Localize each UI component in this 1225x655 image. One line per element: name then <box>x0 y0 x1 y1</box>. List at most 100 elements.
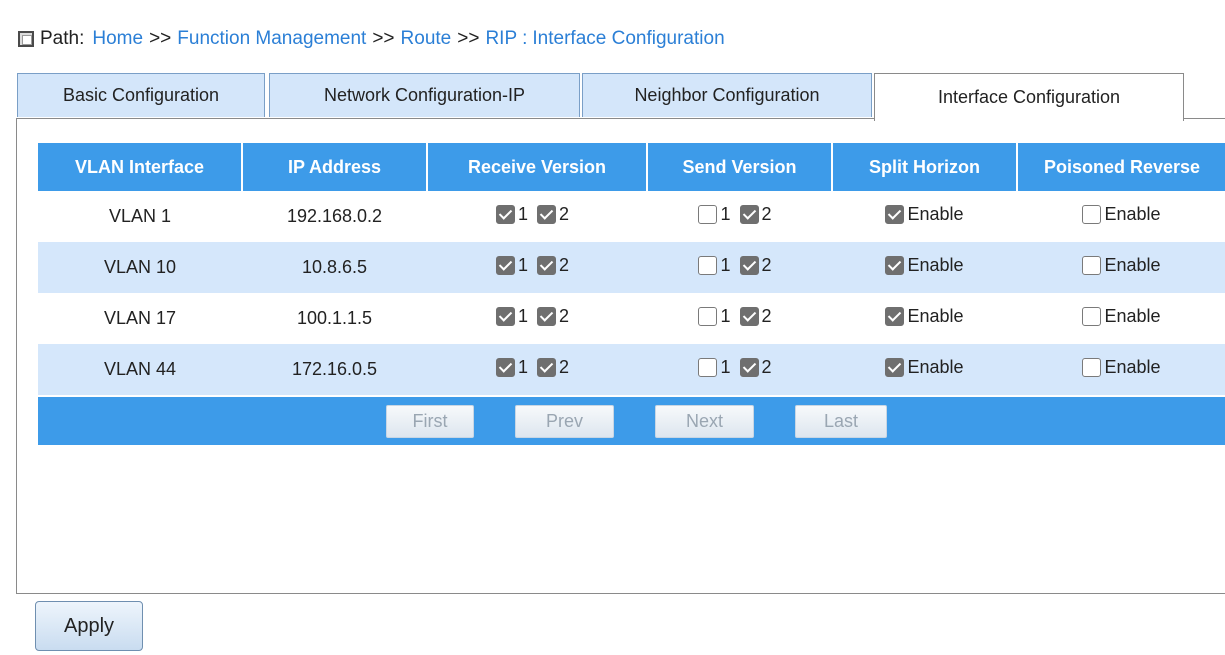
table-row: VLAN 1 192.168.0.2 1 2 1 2 Enable Enable <box>38 191 1225 242</box>
poisoned-reverse: Enable <box>1017 293 1225 344</box>
split-horizon-checkbox[interactable] <box>885 307 905 326</box>
poisoned-reverse-checkbox[interactable] <box>1082 256 1102 275</box>
breadcrumb-current: Interface Configuration <box>532 28 725 49</box>
send-version-v2-label: 2 <box>761 357 772 377</box>
breadcrumb-home[interactable]: Home <box>92 28 143 50</box>
receive-version-cell: 12 <box>427 242 647 293</box>
split-horizon-label: Enable <box>907 255 964 275</box>
last-page-button[interactable]: Last <box>795 405 887 438</box>
poisoned-reverse-label: Enable <box>1104 357 1161 377</box>
send-version-v2-checkbox[interactable] <box>739 307 759 326</box>
receive-version-v2-label: 2 <box>559 306 570 326</box>
receive-version-v1-checkbox[interactable] <box>495 256 515 275</box>
send-version-v2-checkbox[interactable] <box>739 358 759 377</box>
split-horizon: Enable <box>832 344 1017 395</box>
apply-button[interactable]: Apply <box>35 601 143 651</box>
receive-version-v1-checkbox[interactable] <box>495 358 515 377</box>
send-version-v2-label: 2 <box>761 306 772 326</box>
header-vlan-interface: VLAN Interface <box>38 143 243 191</box>
breadcrumb-function-management[interactable]: Function Management <box>177 28 366 50</box>
header-receive-version: Receive Version <box>427 143 648 191</box>
breadcrumb-separator: >> <box>457 28 480 49</box>
split-horizon: Enable <box>832 191 1017 242</box>
header-split-horizon: Split Horizon <box>832 143 1018 191</box>
vlan-interface-cell: VLAN 44 <box>38 344 242 395</box>
send-version-v1-label: 1 <box>720 204 731 224</box>
header-send-version: Send Version <box>647 143 833 191</box>
tab-basic-configuration[interactable]: Basic Configuration <box>17 73 265 117</box>
receive-version-v1-label: 1 <box>517 357 528 377</box>
breadcrumb-rip[interactable]: RIP <box>485 28 517 50</box>
ip-address-cell: 10.8.6.5 <box>242 242 427 293</box>
receive-version-v2-checkbox[interactable] <box>537 256 556 275</box>
vlan-interface-cell: VLAN 1 <box>108 206 172 226</box>
send-version-v2-checkbox[interactable] <box>739 205 759 224</box>
breadcrumb-prefix: Path: <box>40 28 85 49</box>
poisoned-reverse: Enable <box>1017 191 1225 242</box>
receive-version-v1-checkbox[interactable] <box>495 205 515 224</box>
header-poisoned-reverse: Poisoned Reverse <box>1017 143 1225 191</box>
send-version-v1-checkbox[interactable] <box>698 205 718 224</box>
split-horizon-checkbox[interactable] <box>885 256 905 275</box>
tab-interface-configuration[interactable]: Interface Configuration <box>874 73 1184 121</box>
send-version-v2-label: 2 <box>761 255 772 275</box>
breadcrumb: Path: Home >> Function Management >> Rou… <box>18 27 725 51</box>
interface-table: VLAN Interface IP Address Receive Versio… <box>38 143 1225 395</box>
send-version-cell: 12 <box>647 191 832 242</box>
ip-address-cell: 192.168.0.2 <box>286 206 383 226</box>
send-version-v1-checkbox[interactable] <box>698 256 718 275</box>
send-version-v1-label: 1 <box>720 357 731 377</box>
first-page-button[interactable]: First <box>386 405 474 438</box>
receive-version-v2-checkbox[interactable] <box>537 307 556 326</box>
split-horizon-checkbox[interactable] <box>885 205 905 224</box>
poisoned-reverse-checkbox[interactable] <box>1082 205 1102 224</box>
poisoned-reverse-checkbox[interactable] <box>1082 307 1102 326</box>
split-horizon-checkbox[interactable] <box>885 358 905 377</box>
prev-page-button[interactable]: Prev <box>515 405 614 438</box>
receive-version-v2-checkbox[interactable] <box>537 358 556 377</box>
vlan-interface-cell: VLAN 10 <box>38 242 242 293</box>
table-row: VLAN 17 100.1.1.5 1 2 1 2 Enable Enable <box>38 293 1225 344</box>
receive-version-cell: 12 <box>427 191 647 242</box>
send-version-v1-checkbox[interactable] <box>698 358 718 377</box>
poisoned-reverse-checkbox[interactable] <box>1082 358 1102 377</box>
breadcrumb-route[interactable]: Route <box>401 28 452 50</box>
receive-version-cell: 12 <box>427 293 647 344</box>
header-ip-address: IP Address <box>242 143 428 191</box>
receive-version-v2-label: 2 <box>559 357 570 377</box>
breadcrumb-separator: >> <box>149 28 172 49</box>
tab-neighbor-configuration[interactable]: Neighbor Configuration <box>582 73 872 117</box>
table-header-row: VLAN Interface IP Address Receive Versio… <box>38 143 1225 191</box>
poisoned-reverse-label: Enable <box>1104 306 1161 326</box>
send-version-v1-checkbox[interactable] <box>698 307 718 326</box>
table-row: VLAN 10 10.8.6.5 1 2 1 2 Enable Enable <box>38 242 1225 293</box>
send-version-cell: 12 <box>647 242 832 293</box>
next-page-button[interactable]: Next <box>655 405 754 438</box>
send-version-v2-label: 2 <box>761 204 772 224</box>
receive-version-v1-label: 1 <box>517 306 528 326</box>
split-horizon-label: Enable <box>907 357 964 377</box>
poisoned-reverse-label: Enable <box>1104 204 1161 224</box>
poisoned-reverse-label: Enable <box>1104 255 1161 275</box>
send-version-v2-checkbox[interactable] <box>739 256 759 275</box>
poisoned-reverse: Enable <box>1017 242 1225 293</box>
split-horizon-label: Enable <box>907 306 964 326</box>
pagination-bar: First Prev Next Last <box>38 397 1225 445</box>
receive-version-v2-checkbox[interactable] <box>537 205 556 224</box>
tab-network-configuration-ip[interactable]: Network Configuration-IP <box>269 73 580 117</box>
split-horizon-label: Enable <box>907 204 964 224</box>
receive-version-v1-label: 1 <box>517 255 528 275</box>
receive-version-v1-label: 1 <box>517 204 528 224</box>
receive-version-v1-checkbox[interactable] <box>495 307 515 326</box>
receive-version-v2-label: 2 <box>559 204 570 224</box>
tab-panel: VLAN Interface IP Address Receive Versio… <box>16 118 1225 594</box>
split-horizon: Enable <box>832 242 1017 293</box>
poisoned-reverse: Enable <box>1017 344 1225 395</box>
receive-version-cell: 12 <box>427 344 647 395</box>
breadcrumb-separator: >> <box>372 28 395 49</box>
split-horizon: Enable <box>832 293 1017 344</box>
path-icon <box>18 31 34 47</box>
send-version-cell: 12 <box>647 344 832 395</box>
ip-address-cell: 172.16.0.5 <box>242 344 427 395</box>
send-version-v1-label: 1 <box>720 255 731 275</box>
